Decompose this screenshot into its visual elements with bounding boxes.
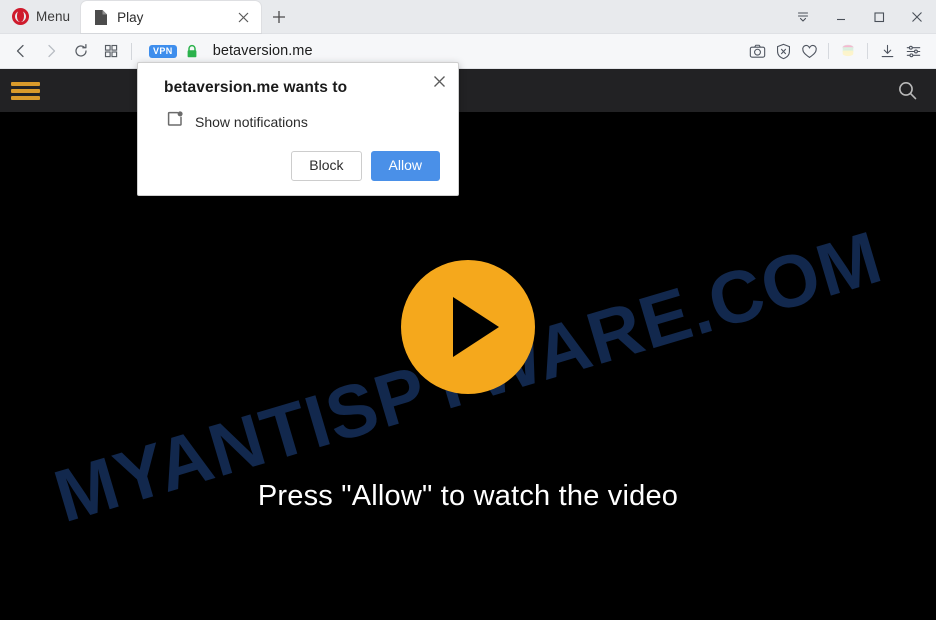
forward-button[interactable]: [36, 36, 66, 66]
url-text: betaversion.me: [212, 43, 313, 59]
notification-permission-dialog: betaversion.me wants to Show notificatio…: [137, 62, 459, 197]
tab-play[interactable]: Play: [81, 1, 262, 33]
secure-lock-icon[interactable]: [185, 44, 199, 59]
workspace-stack-icon[interactable]: [835, 37, 861, 65]
vpn-badge[interactable]: VPN: [149, 44, 177, 58]
window-controls: [784, 0, 936, 34]
search-icon[interactable]: [894, 78, 920, 104]
block-button[interactable]: Block: [291, 151, 362, 182]
reload-button[interactable]: [66, 36, 96, 66]
menu-button-label: Menu: [36, 8, 71, 24]
omnibox-divider-2: [867, 43, 868, 59]
page-icon: [94, 9, 108, 25]
play-button[interactable]: [0, 260, 936, 394]
tab-list-icon[interactable]: [784, 0, 822, 34]
opera-logo-icon: [12, 7, 29, 25]
dialog-close-icon[interactable]: [429, 71, 449, 91]
heart-icon[interactable]: [796, 37, 822, 65]
play-triangle-icon: [453, 297, 499, 357]
new-tab-button[interactable]: [264, 1, 294, 33]
play-button-circle[interactable]: [401, 260, 535, 394]
tab-title: Play: [117, 9, 144, 25]
adblock-shield-icon[interactable]: [770, 37, 796, 65]
download-icon[interactable]: [874, 37, 900, 65]
tab-close-icon[interactable]: [233, 7, 253, 27]
toolbar-divider: [131, 42, 132, 60]
dialog-title: betaversion.me wants to: [164, 79, 348, 96]
tab-strip: Menu Play: [0, 0, 936, 34]
dialog-actions: Block Allow: [164, 151, 440, 182]
close-icon[interactable]: [898, 0, 936, 34]
maximize-icon[interactable]: [860, 0, 898, 34]
snapshot-icon[interactable]: [744, 37, 770, 65]
permission-label: Show notifications: [195, 113, 308, 130]
omnibox-actions: [744, 37, 926, 65]
allow-button[interactable]: Allow: [370, 151, 440, 182]
notification-icon: [166, 110, 184, 133]
hamburger-icon[interactable]: [11, 80, 40, 102]
opera-menu-button[interactable]: Menu: [0, 0, 81, 33]
permission-row: Show notifications: [164, 110, 440, 133]
speed-dial-button[interactable]: [96, 36, 126, 66]
omnibox-divider: [828, 43, 829, 59]
browser-window: Menu Play VPN betaversion.me Press "Allo…: [0, 0, 936, 620]
back-button[interactable]: [6, 36, 36, 66]
minimize-icon[interactable]: [822, 0, 860, 34]
easy-setup-icon[interactable]: [900, 37, 926, 65]
call-to-action-text: Press "Allow" to watch the video: [257, 480, 679, 512]
